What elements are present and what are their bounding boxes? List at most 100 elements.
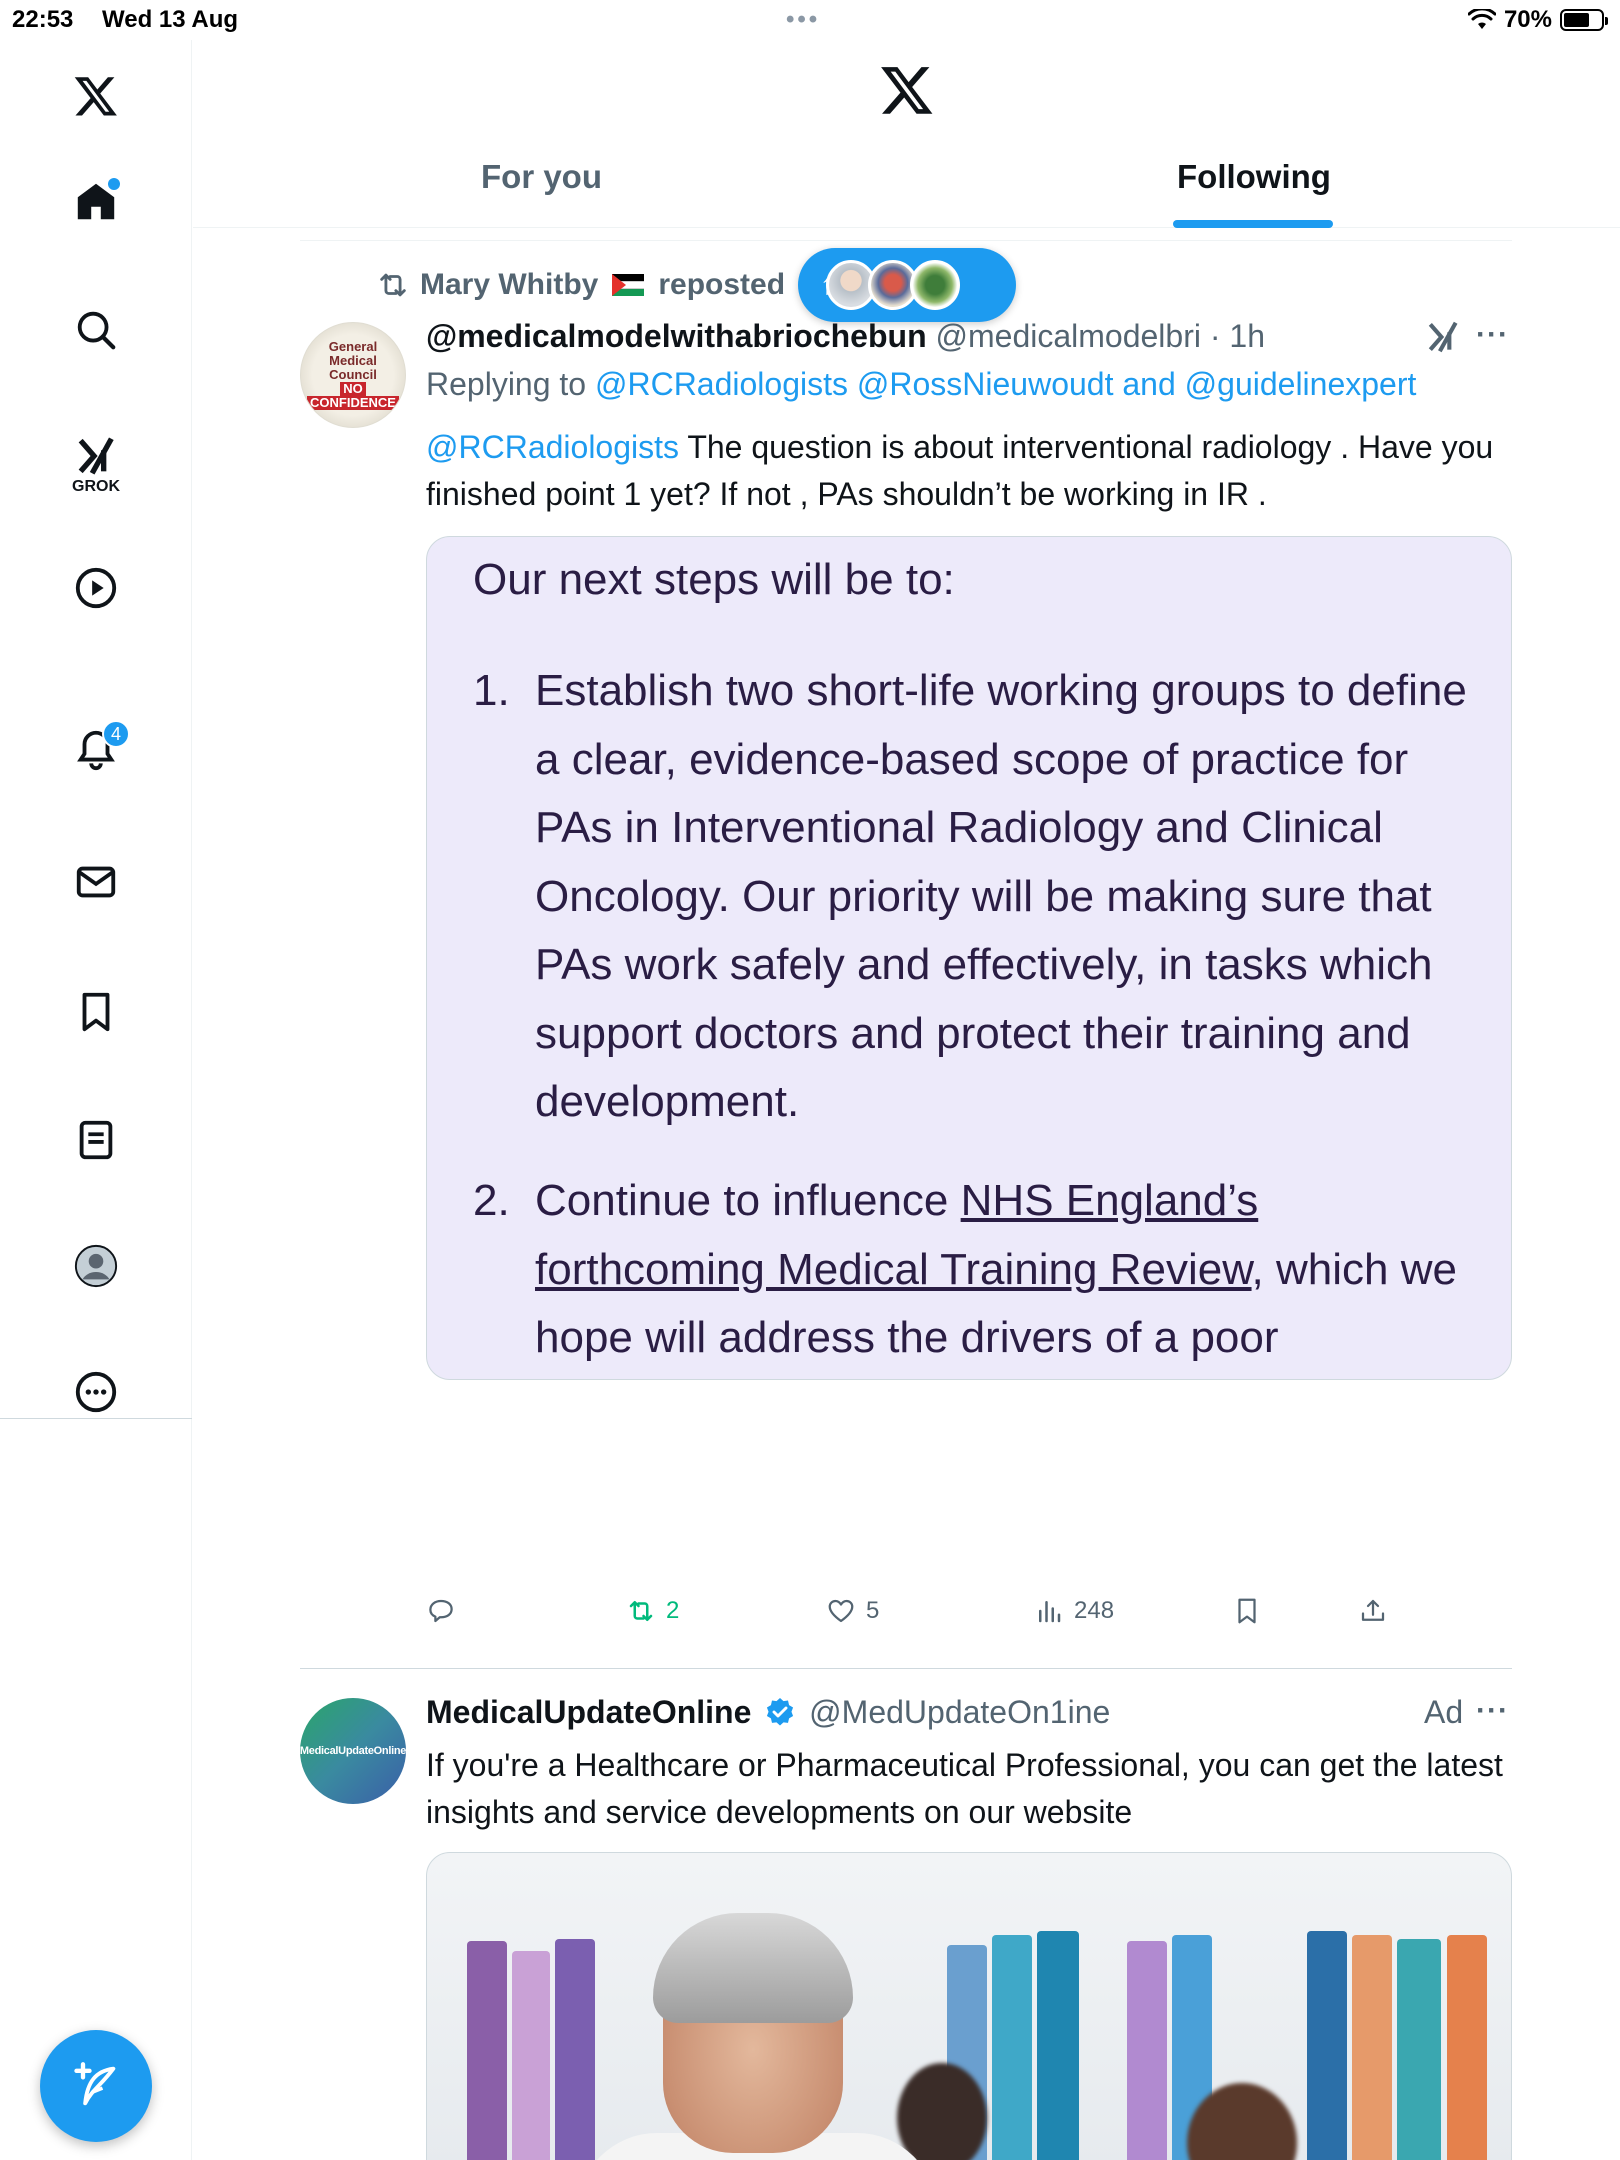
tab-following[interactable]: Following: [1177, 158, 1331, 196]
x-logo-icon[interactable]: [879, 62, 935, 118]
image-binder: [1447, 1935, 1487, 2160]
avatar-text: NO: [340, 382, 366, 396]
new-post-avatar: [910, 260, 960, 310]
grok-label: GROK: [72, 478, 120, 495]
image-binder: [1307, 1931, 1347, 2160]
avatar-text: MedicalUpdateOnline: [300, 1745, 406, 1757]
list-number: 2.: [473, 1176, 510, 1225]
sidebar-divider: [0, 1418, 192, 1419]
timeline-header: For you Following: [193, 40, 1620, 228]
image-binder: [1127, 1941, 1167, 2160]
x-logo-icon[interactable]: [62, 62, 130, 130]
post-time[interactable]: · 1h: [1210, 318, 1265, 354]
image-binder: [1037, 1931, 1079, 2160]
heart-icon: [828, 1599, 854, 1623]
repost-icon: [629, 1601, 653, 1621]
notifications-badge: 4: [102, 720, 130, 748]
tab-for-you[interactable]: For you: [481, 158, 602, 196]
replying-to-handles[interactable]: @RCRadiologists @RossNieuwoudt and @guid…: [595, 366, 1416, 402]
grok-explain-icon[interactable]: [1424, 318, 1462, 356]
home-notification-dot: [108, 178, 120, 190]
author-handle[interactable]: @medicalmodelbri: [936, 318, 1201, 354]
views-button[interactable]: 248: [1034, 1596, 1114, 1626]
view-count: 248: [1074, 1597, 1115, 1624]
palestine-flag-icon: [612, 274, 645, 296]
avatar-text: General: [328, 339, 378, 354]
views-icon: [1039, 1601, 1061, 1623]
multitasking-dots-icon[interactable]: •••: [786, 6, 820, 34]
post-image[interactable]: Our next steps will be to: 1. Establish …: [426, 536, 1512, 1380]
image-binder: [555, 1939, 595, 2160]
image-heading: Our next steps will be to:: [473, 555, 955, 604]
replying-to: Replying to @RCRadiologists @RossNieuwou…: [426, 366, 1416, 403]
author-name[interactable]: MedicalUpdateOnline: [426, 1694, 751, 1730]
avatar-text: Council: [329, 367, 377, 382]
post-more-icon[interactable]: ···: [1476, 1694, 1509, 1728]
ad-label: Ad: [1424, 1694, 1464, 1730]
image-person-hair: [653, 1913, 853, 2023]
home-icon[interactable]: [62, 168, 130, 236]
replying-prefix: Replying to: [426, 366, 587, 402]
new-posts-button[interactable]: ↑: [798, 248, 1016, 322]
compose-post-icon: [74, 2062, 116, 2106]
like-button[interactable]: 5: [826, 1596, 879, 1626]
avatar-text: CONFIDENCE: [307, 396, 399, 410]
bookmark-button[interactable]: [1232, 1596, 1262, 1626]
status-time: 22:53: [12, 6, 74, 33]
status-date: Wed 13 Aug: [102, 6, 239, 33]
list-text-before: Continue to influence: [535, 1176, 961, 1225]
compose-post-button[interactable]: [40, 2030, 152, 2142]
list-text: Continue to influence NHS England’s fort…: [535, 1167, 1495, 1379]
post-header: MedicalUpdateOnline @MedUpdateOn1ine: [426, 1694, 1110, 1731]
repost-author[interactable]: Mary Whitby: [420, 268, 598, 302]
post-text: If you're a Healthcare or Pharmaceutical…: [426, 1747, 1503, 1830]
like-count: 5: [866, 1597, 880, 1624]
more-icon[interactable]: [62, 1358, 130, 1426]
video-icon[interactable]: [62, 554, 130, 622]
mention-link[interactable]: @RCRadiologists: [426, 429, 679, 465]
image-binder: [992, 1935, 1032, 2160]
image-binder: [1352, 1935, 1392, 2160]
sidebar: GROK 4: [0, 40, 192, 2160]
bookmarks-icon[interactable]: [62, 978, 130, 1046]
author-avatar[interactable]: General Medical Council NO CONFIDENCE: [300, 322, 406, 428]
status-bar: 22:53 Wed 13 Aug ••• 70%: [0, 0, 1620, 40]
wifi-icon: [1467, 9, 1496, 29]
search-icon[interactable]: [62, 296, 130, 364]
active-tab-indicator: [1173, 220, 1333, 228]
author-handle[interactable]: @MedUpdateOn1ine: [809, 1694, 1110, 1730]
messages-icon[interactable]: [62, 848, 130, 916]
reply-icon: [429, 1599, 453, 1623]
notifications-icon[interactable]: 4: [62, 716, 130, 784]
lists-icon[interactable]: [62, 1106, 130, 1174]
post-header: @medicalmodelwithabriochebun @medicalmod…: [426, 318, 1265, 355]
post-divider: [300, 1668, 1512, 1669]
bookmark-icon: [1238, 1598, 1256, 1624]
repost-context[interactable]: Mary Whitby reposted: [376, 268, 785, 302]
status-right: 70%: [1467, 6, 1608, 34]
ad-image[interactable]: [426, 1852, 1512, 2160]
battery-percent: 70%: [1503, 6, 1552, 33]
verified-badge-icon: [767, 1698, 794, 1726]
image-binder: [467, 1941, 507, 2160]
post-text: @RCRadiologists The question is about in…: [426, 424, 1516, 518]
avatar-text: Medical: [329, 353, 377, 368]
author-avatar[interactable]: MedicalUpdateOnline: [300, 1698, 406, 1804]
author-name[interactable]: @medicalmodelwithabriochebun: [426, 318, 927, 354]
feed-divider: [300, 240, 1512, 241]
reply-button[interactable]: [426, 1596, 466, 1626]
list-text: Establish two short-life working groups …: [535, 666, 1467, 1126]
post-more-icon[interactable]: ···: [1476, 318, 1509, 352]
battery-icon: [1560, 9, 1608, 31]
share-icon: [1361, 1599, 1385, 1621]
share-button[interactable]: [1358, 1596, 1388, 1626]
image-binder: [1397, 1939, 1441, 2160]
repost-icon: [380, 273, 406, 297]
repost-count: 2: [666, 1597, 680, 1624]
profile-avatar-icon[interactable]: [62, 1232, 130, 1300]
list-number: 1.: [473, 666, 510, 715]
post-actions: 2 5 248: [426, 1596, 1426, 1640]
repost-suffix: reposted: [658, 268, 786, 301]
repost-button[interactable]: 2: [626, 1596, 679, 1626]
image-binder: [512, 1951, 550, 2160]
